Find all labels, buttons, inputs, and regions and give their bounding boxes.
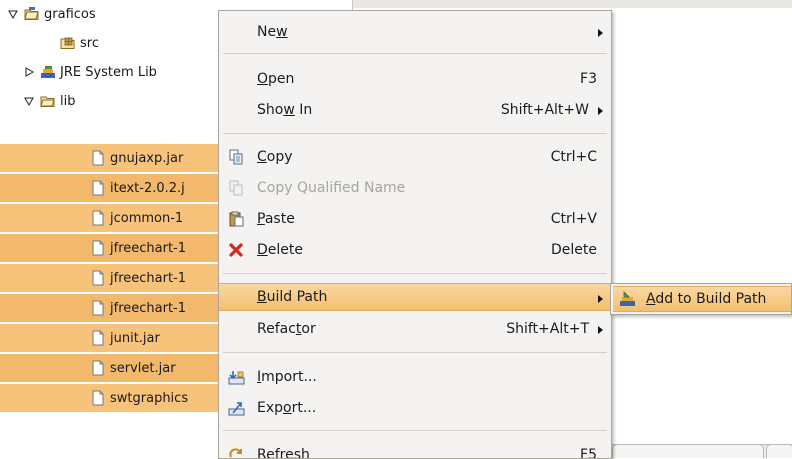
menu-item-label: Delete (257, 242, 303, 258)
tree-item-label: jfreechart-1 (110, 240, 187, 256)
file-icon (90, 240, 106, 256)
editor-top-band (353, 0, 792, 8)
file-icon (90, 330, 106, 346)
menu-separator (223, 273, 607, 274)
tree-item-label: itext-2.0.2.j (110, 180, 185, 196)
tree-item-label: servlet.jar (110, 360, 176, 376)
menu-item-label: Refresh (257, 447, 310, 459)
import-icon (227, 369, 245, 385)
source-folder-icon (60, 35, 76, 51)
menu-item-label: New (257, 24, 288, 40)
menu-shortcut: F5 (580, 447, 597, 459)
menu-item-label: Import... (257, 369, 317, 385)
file-icon (90, 150, 106, 166)
library-icon (40, 64, 56, 80)
menu-item-label: Copy (257, 149, 293, 165)
menu-item-copy-qualified-name[interactable]: Copy Qualified Name (219, 174, 611, 202)
tree-item-label: src (80, 35, 99, 51)
menu-item-export[interactable]: Export... (219, 394, 611, 422)
submenu-arrow-icon (598, 295, 603, 303)
collapsed-triangle-icon[interactable] (22, 65, 36, 79)
tree-item-label: lib (60, 93, 76, 109)
menu-item-new[interactable]: New (219, 18, 611, 46)
file-icon (90, 270, 106, 286)
file-icon (90, 180, 106, 196)
paste-icon (227, 211, 245, 227)
tree-item-label: gnujaxp.jar (110, 150, 184, 166)
submenu-arrow-icon (598, 107, 603, 115)
menu-separator (223, 133, 607, 134)
copy-icon (227, 149, 245, 165)
menu-shortcut: Delete (551, 242, 597, 258)
build-path-submenu: Add to Build Path (610, 283, 792, 315)
tree-item-label: JRE System Lib (60, 64, 157, 80)
refresh-icon (227, 447, 245, 458)
menu-item-build-path[interactable]: Build Path (219, 283, 611, 311)
copy-qualified-icon (227, 180, 245, 196)
view-tab[interactable] (612, 444, 764, 458)
folder-icon (40, 93, 56, 109)
menu-item-add-to-build-path[interactable]: Add to Build Path (613, 286, 791, 312)
menu-shortcut: Shift+Alt+W (500, 102, 589, 118)
menu-shortcut: Shift+Alt+T (506, 321, 589, 337)
menu-shortcut: F3 (580, 71, 597, 87)
file-icon (90, 390, 106, 406)
menu-item-paste[interactable]: Paste Ctrl+V (219, 205, 611, 233)
file-icon (90, 300, 106, 316)
menu-item-refresh[interactable]: Refresh F5 (219, 441, 611, 459)
export-icon (227, 400, 245, 416)
menu-item-delete[interactable]: Delete Delete (219, 236, 611, 264)
tree-item-label: jfreechart-1 (110, 270, 187, 286)
context-menu: New Open F3 Show In Shift+Alt+W Copy Ctr… (218, 10, 612, 459)
submenu-arrow-icon (598, 29, 603, 37)
menu-item-label: Copy Qualified Name (257, 180, 406, 196)
menu-item-label: Build Path (257, 289, 328, 305)
expanded-triangle-icon[interactable] (22, 94, 36, 108)
tree-item-label: graficos (44, 6, 96, 22)
menu-item-open[interactable]: Open F3 (219, 65, 611, 93)
expanded-triangle-icon[interactable] (6, 7, 20, 21)
menu-item-label: Refactor (257, 321, 316, 337)
menu-item-label: Paste (257, 211, 295, 227)
tree-item-label: junit.jar (110, 330, 160, 346)
menu-item-import[interactable]: Import... (219, 363, 611, 391)
menu-separator (223, 352, 607, 353)
tree-item-label: swtgraphics (110, 390, 189, 406)
menu-shortcut: Ctrl+V (550, 211, 597, 227)
project-folder-icon (24, 6, 40, 22)
menu-item-label: Open (257, 71, 295, 87)
submenu-arrow-icon (598, 326, 603, 334)
menu-item-copy[interactable]: Copy Ctrl+C (219, 143, 611, 171)
file-icon (90, 360, 106, 376)
tree-item-label: jfreechart-1 (110, 300, 187, 316)
file-icon (90, 210, 106, 226)
delete-icon (227, 242, 245, 258)
menu-separator (223, 53, 607, 54)
menu-shortcut: Ctrl+C (550, 149, 597, 165)
menu-item-refactor[interactable]: Refactor Shift+Alt+T (219, 315, 611, 343)
menu-item-label: Export... (257, 400, 317, 416)
menu-item-label: Show In (257, 102, 313, 118)
menu-item-label: Add to Build Path (646, 291, 767, 307)
menu-separator (223, 430, 607, 431)
add-to-build-path-icon (620, 291, 635, 306)
tree-item-label: jcommon-1 (110, 210, 184, 226)
menu-item-show-in[interactable]: Show In Shift+Alt+W (219, 96, 611, 124)
view-tab[interactable] (766, 444, 792, 458)
